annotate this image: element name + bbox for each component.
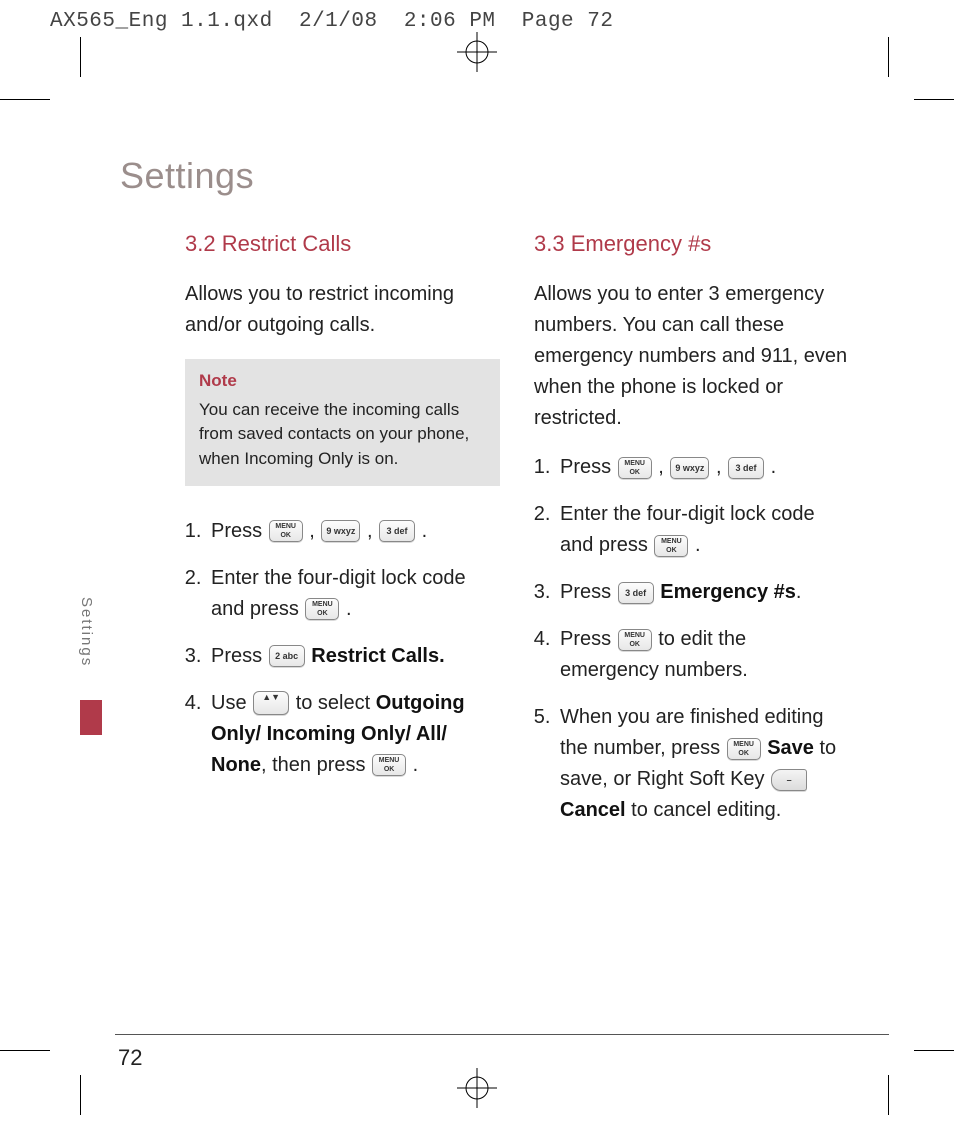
note-body: You can receive the incoming calls from … <box>199 400 469 468</box>
step-right-4: Press MENUOK to edit the emergency numbe… <box>556 624 849 686</box>
crop-mark <box>914 1050 954 1051</box>
menu-ok-key-icon: MENUOK <box>372 754 406 776</box>
footer-rule <box>115 1034 889 1035</box>
preflight-page: Page 72 <box>522 10 614 33</box>
menu-ok-key-icon: MENUOK <box>618 629 652 651</box>
key-3-icon: 3 def <box>618 582 654 604</box>
menu-ok-key-icon: MENUOK <box>269 520 303 542</box>
steps-left: Press MENUOK , 9 wxyz , 3 def . Enter th… <box>185 516 500 781</box>
side-tab-label: Settings <box>78 597 95 667</box>
note-box: Note You can receive the incoming calls … <box>185 359 500 486</box>
step-left-4: Use ▲▼ to select Outgoing Only/ Incoming… <box>207 688 500 781</box>
column-left: 3.2 Restrict Calls Allows you to restric… <box>185 227 500 842</box>
registration-mark-bottom <box>455 1066 499 1115</box>
crop-mark <box>914 99 954 100</box>
note-label: Note <box>199 369 486 394</box>
menu-ok-key-icon: MENUOK <box>654 535 688 557</box>
preflight-filename: AX565_Eng 1.1.qxd <box>50 10 273 33</box>
content-columns: 3.2 Restrict Calls Allows you to restric… <box>80 207 889 842</box>
step-right-2: Enter the four-digit lock code and press… <box>556 499 849 561</box>
key-3-icon: 3 def <box>379 520 415 542</box>
crop-mark <box>0 1050 50 1051</box>
restrict-calls-bold: Restrict Calls. <box>311 645 444 667</box>
menu-ok-key-icon: MENUOK <box>618 457 652 479</box>
save-bold: Save <box>767 737 814 759</box>
cancel-bold: Cancel <box>560 799 626 821</box>
key-3-icon: 3 def <box>728 457 764 479</box>
menu-ok-key-icon: MENUOK <box>305 598 339 620</box>
step-left-1: Press MENUOK , 9 wxyz , 3 def . <box>207 516 500 547</box>
page-title: Settings <box>120 155 889 197</box>
column-right: 3.3 Emergency #s Allows you to enter 3 e… <box>534 227 849 842</box>
crop-mark <box>888 37 889 77</box>
emergency-bold: Emergency #s <box>660 581 796 603</box>
steps-right: Press MENUOK , 9 wxyz , 3 def . Enter th… <box>534 452 849 826</box>
key-2-icon: 2 abc <box>269 645 305 667</box>
crop-mark <box>80 1075 81 1115</box>
key-9-icon: 9 wxyz <box>321 520 360 542</box>
intro-emergency: Allows you to enter 3 emergency numbers.… <box>534 279 849 434</box>
menu-ok-key-icon: MENUOK <box>727 738 761 760</box>
step-right-5: When you are finished editing the number… <box>556 702 849 826</box>
step-left-2: Enter the four-digit lock code and press… <box>207 563 500 625</box>
page-frame: Settings 3.2 Restrict Calls Allows you t… <box>80 100 889 1050</box>
right-soft-key-icon: – <box>771 769 807 791</box>
preflight-date: 2/1/08 <box>299 10 378 33</box>
preflight-header: AX565_Eng 1.1.qxd 2/1/08 2:06 PM Page 72 <box>50 10 613 33</box>
crop-mark <box>0 99 50 100</box>
page-number: 72 <box>118 1045 142 1071</box>
step-left-3: Press 2 abc Restrict Calls. <box>207 641 500 672</box>
heading-restrict-calls: 3.2 Restrict Calls <box>185 227 500 261</box>
heading-emergency: 3.3 Emergency #s <box>534 227 849 261</box>
step-right-3: Press 3 def Emergency #s. <box>556 577 849 608</box>
side-tab-bar <box>80 700 102 735</box>
nav-key-icon: ▲▼ <box>253 691 289 715</box>
key-9-icon: 9 wxyz <box>670 457 709 479</box>
step-right-1: Press MENUOK , 9 wxyz , 3 def . <box>556 452 849 483</box>
registration-mark-top <box>455 30 499 79</box>
intro-restrict-calls: Allows you to restrict incoming and/or o… <box>185 279 500 341</box>
crop-mark <box>888 1075 889 1115</box>
crop-mark <box>80 37 81 77</box>
